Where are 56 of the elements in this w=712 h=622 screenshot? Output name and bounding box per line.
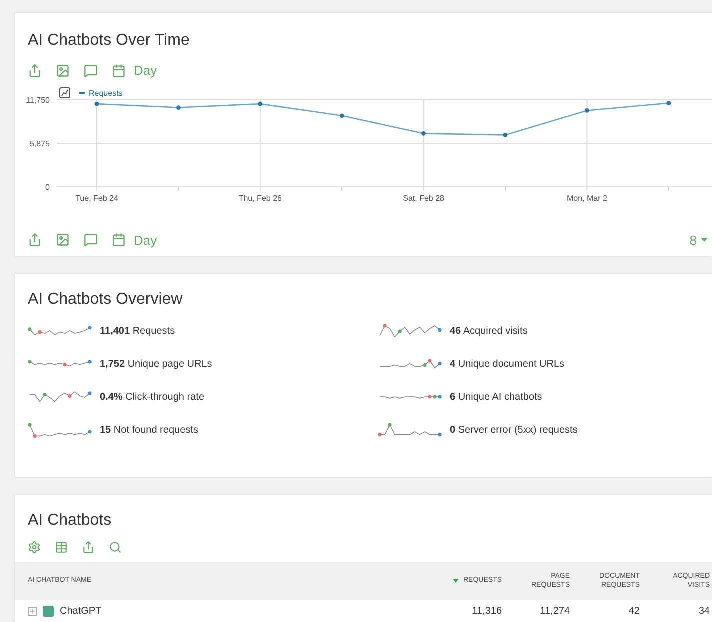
section-title: AI Chatbots Overview [28,290,184,310]
caret-icon [701,238,708,243]
x-axis-label: Tue, Feb 24 [76,194,118,202]
metric-text: 6 Unique AI chatbots [450,390,542,405]
legend-label[interactable]: Requests [89,88,123,98]
metric-text: 0 Server error (5xx) requests [450,424,578,438]
image-icon[interactable] [56,64,70,78]
sparkline [28,360,92,368]
data-point [340,113,344,118]
data-point [422,131,426,136]
table-cell-text: 11,316 [471,604,502,618]
data-point [258,101,263,106]
table-cell-text: 42 [628,604,641,618]
metric-text: 11,401 Requests [100,324,176,339]
annotation-icon[interactable] [84,64,98,78]
export-icon[interactable] [28,233,42,248]
metric-text: 0.4% Click-through rate [100,390,204,405]
export-icon[interactable] [82,541,95,554]
data-point [666,100,672,106]
metric-text: 4 Unique document URLs [450,358,565,372]
data-point [94,101,100,106]
annotation-icon[interactable] [84,233,98,248]
sparkline [28,326,92,337]
y-axis-label: 11,750 [26,96,50,104]
calendar-icon [112,233,126,248]
data-point [176,105,181,110]
x-axis-label: Sat, Feb 28 [403,194,444,202]
sparkline [378,423,442,438]
table-cell-text: 34 [698,604,711,618]
sparkline [378,324,442,339]
table-icon[interactable] [55,541,68,554]
sparkline [28,390,92,404]
data-point [585,108,590,112]
table-cell-text: 11,274 [539,604,571,618]
y-axis-label: 0 [46,182,50,192]
data-point [503,132,508,137]
settings-icon[interactable] [28,541,41,554]
export-icon[interactable] [28,64,42,78]
x-axis-label: Mon, Mar 2 [566,194,608,202]
table-cell-text: ChatGPT [60,604,102,618]
metric-text: 46 Acquired visits [450,324,528,339]
y-axis-label: 5,875 [30,139,50,148]
chatbot-logo-icon [43,606,54,616]
sparkline [28,422,92,438]
sparkline [378,358,442,370]
x-axis-label: Thu, Feb 26 [238,194,282,202]
expand-icon[interactable] [28,606,37,616]
section-title: AI Chatbots Over Time [28,31,191,51]
search-icon[interactable] [109,541,122,554]
sparkline [378,394,442,400]
section-title: AI Chatbots [27,511,113,531]
chart-type-icon[interactable] [60,87,70,98]
image-icon[interactable] [56,233,70,248]
metric-text: 1,752 Unique page URLs [100,358,212,372]
calendar-icon [112,64,126,78]
metric-text: 15 Not found requests [100,424,198,438]
